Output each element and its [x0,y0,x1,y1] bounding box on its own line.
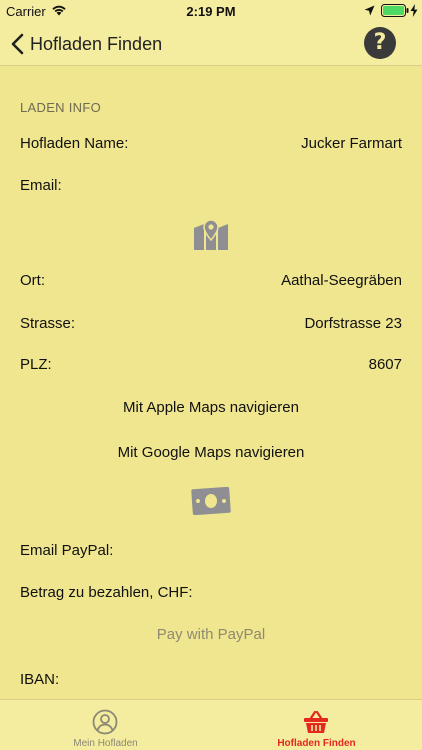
betrag-label: Betrag zu bezahlen, CHF: [20,583,193,601]
ort-label: Ort: [20,271,45,289]
section-header: LADEN INFO [20,100,102,115]
shop-name-value: Jucker Farmart [301,134,402,152]
ort-row: Ort: Aathal-Seegräben [20,268,402,292]
money-icon [191,487,231,515]
shop-name-row: Hofladen Name: Jucker Farmart [20,131,402,155]
nav-title: Hofladen Finden [30,33,163,54]
betrag-row: Betrag zu bezahlen, CHF: [20,580,402,604]
location-icon [364,5,375,16]
shop-name-label: Hofladen Name: [20,134,129,152]
navigation-bar: Hofladen Finden ? [0,22,422,66]
tab-bar: Mein Hofladen Hofladen Finden [0,699,422,750]
email-label: Email: [20,176,62,194]
email-row: Email: [20,173,402,197]
tab-label-hofladen-finden: Hofladen Finden [277,738,356,749]
ort-value: Aathal-Seegräben [281,271,402,289]
map-icon [194,219,228,250]
strasse-row: Strasse: Dorfstrasse 23 [20,311,402,335]
google-maps-button[interactable]: Mit Google Maps navigieren [0,444,422,461]
iban-row: IBAN: [20,667,402,691]
apple-maps-button[interactable]: Mit Apple Maps navigieren [0,399,422,416]
plz-label: PLZ: [20,355,52,373]
back-button[interactable]: Hofladen Finden [10,29,162,59]
iban-label: IBAN: [20,670,60,688]
strasse-label: Strasse: [20,314,76,332]
tab-label-mein-hofladen: Mein Hofladen [73,738,138,749]
paypal-button[interactable]: Pay with PayPal [0,626,422,643]
email-paypal-label: Email PayPal: [20,541,114,559]
status-bar: Carrier 2:19 PM [0,0,422,22]
plz-value: 8607 [368,355,402,373]
strasse-value: Dorfstrasse 23 [304,314,402,332]
email-paypal-row: Email PayPal: [20,538,402,562]
basket-icon [304,710,328,733]
tab-mein-hofladen[interactable]: Mein Hofladen [0,700,211,750]
charge-icon [410,4,418,17]
status-time: 2:19 PM [186,4,236,19]
plz-row: PLZ: 8607 [20,352,402,376]
person-circle-icon [92,709,118,735]
help-button[interactable]: ? [364,27,396,59]
tab-hofladen-finden[interactable]: Hofladen Finden [211,700,422,750]
shop-info-content: LADEN INFO Hofladen Name: Jucker Farmart… [0,67,422,699]
battery-icon [381,4,409,17]
chevron-left-icon [11,33,24,55]
